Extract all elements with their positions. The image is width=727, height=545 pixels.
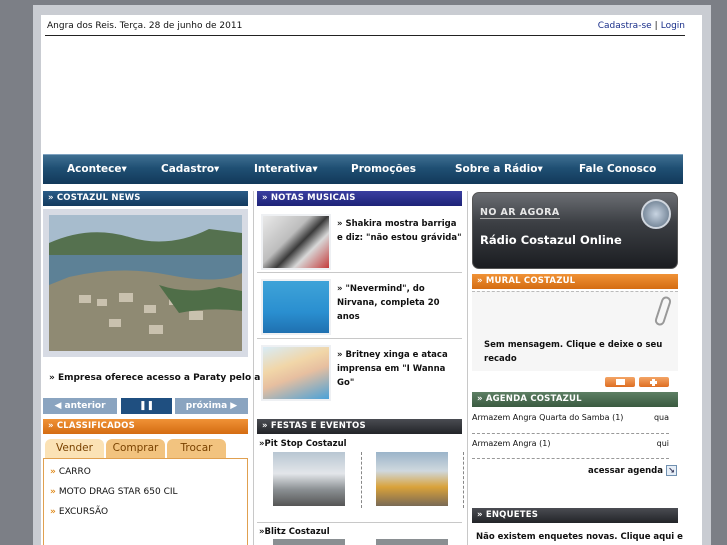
divider (472, 458, 669, 459)
classificado-item[interactable]: » MOTO DRAG STAR 650 CIL (50, 487, 178, 497)
event-title[interactable]: »Pit Stop Costazul (259, 439, 347, 449)
music-thumbnail (261, 345, 331, 401)
column-divider (467, 191, 468, 545)
divider (257, 272, 462, 273)
news-prev-button[interactable]: ◀ anterior (43, 398, 117, 414)
event-photo[interactable] (376, 539, 448, 545)
arrow-icon: » (50, 487, 56, 497)
headphones-icon (641, 199, 671, 229)
classificado-item[interactable]: » EXCURSÃO (50, 507, 108, 517)
account-links: Cadastra-se | Login (598, 21, 685, 31)
music-news-item[interactable]: » Shakira mostra barriga e diz: "não est… (257, 211, 462, 271)
classificado-label: CARRO (58, 467, 91, 477)
classificado-label: EXCURSÃO (58, 507, 109, 517)
news-caption[interactable]: » Empresa oferece acesso a Paraty pelo a… (49, 373, 265, 383)
paperclip-icon (653, 295, 673, 327)
event-photo[interactable] (376, 452, 448, 506)
news-next-button[interactable]: próxima ▶ (175, 398, 248, 414)
classificados-header: » CLASSIFICADOS (43, 419, 248, 434)
acessar-agenda-link[interactable]: acessar agenda ↘ (588, 465, 678, 476)
divider (257, 522, 462, 523)
nav-sobre-radio[interactable]: Sobre a Rádio▾ (455, 163, 543, 175)
news-pause-button[interactable]: ❚❚ (121, 398, 172, 414)
festas-eventos-header: » FESTAS E EVENTOS (257, 419, 462, 434)
divider (361, 452, 362, 508)
on-air-label: NO AR AGORA (480, 207, 560, 219)
divider (257, 338, 462, 339)
event-photo[interactable] (273, 452, 345, 506)
nav-fale-conosco[interactable]: Fale Conosco (579, 163, 656, 175)
plus-icon (650, 379, 657, 386)
mural-message[interactable]: Sem mensagem. Clique e deixe o seu recad… (484, 338, 669, 366)
music-news-item[interactable]: » Britney xinga e ataca imprensa em "I W… (257, 342, 462, 402)
main-nav: Acontece▾ Cadastro▾ Interativa▾ Promoçõe… (43, 154, 683, 184)
mural-add-button[interactable] (639, 377, 669, 387)
station-name: Rádio Costazul Online (480, 233, 622, 247)
mural-box: Sem mensagem. Clique e deixe o seu recad… (472, 291, 678, 371)
envelope-icon (616, 379, 625, 385)
agenda-event: Armazem Angra (1) (472, 439, 551, 448)
column-divider (253, 191, 254, 545)
tab-trocar[interactable]: Trocar (167, 439, 226, 458)
divider (472, 433, 669, 434)
agenda-event: Armazem Angra Quarta do Samba (1) (472, 413, 624, 422)
page-content: Angra dos Reis. Terça. 28 de junho de 20… (41, 15, 702, 545)
news-image (49, 215, 242, 351)
page-frame: Angra dos Reis. Terça. 28 de junho de 20… (33, 5, 711, 545)
enquetes-header: » ENQUETES (472, 508, 678, 523)
classificados-list: » CARRO » MOTO DRAG STAR 650 CIL » EXCURSÃO (43, 458, 248, 545)
agenda-row[interactable]: Armazem Angra (1) qui (472, 439, 669, 448)
classificados-tabs: Vender Comprar Trocar (43, 439, 248, 459)
login-link[interactable]: Login (661, 21, 685, 31)
event-photo[interactable] (273, 539, 345, 545)
news-photo[interactable] (43, 209, 248, 357)
tab-comprar[interactable]: Comprar (106, 439, 165, 458)
links-separator: | (654, 21, 658, 31)
agenda-link-label: acessar agenda (588, 466, 664, 476)
current-date: Angra dos Reis. Terça. 28 de junho de 20… (47, 21, 243, 31)
music-thumbnail (261, 279, 331, 335)
mural-read-button[interactable] (605, 377, 635, 387)
top-bar: Angra dos Reis. Terça. 28 de junho de 20… (45, 20, 685, 36)
arrow-icon: » (50, 467, 56, 477)
mural-header: » MURAL COSTAZUL (472, 274, 678, 289)
notas-musicais-header: » NOTAS MUSICAIS (257, 191, 462, 206)
agenda-row[interactable]: Armazem Angra Quarta do Samba (1) qua (472, 413, 669, 422)
agenda-day: qua (653, 413, 669, 422)
arrow-icon: ↘ (666, 465, 678, 476)
agenda-day: qui (656, 439, 669, 448)
divider (463, 452, 464, 508)
music-news-title: » "Nevermind", do Nirvana, completa 20 a… (337, 284, 440, 322)
classificado-label: MOTO DRAG STAR 650 CIL (58, 487, 178, 497)
nav-promocoes[interactable]: Promoções (351, 163, 416, 175)
radio-player[interactable]: NO AR AGORA Rádio Costazul Online (472, 192, 678, 269)
costazul-news-header: » COSTAZUL NEWS (43, 191, 248, 206)
arrow-icon: » (50, 507, 56, 517)
enquetes-text[interactable]: Não existem enquetes novas. Clique aqui … (476, 532, 683, 542)
event-title[interactable]: »Blitz Costazul (259, 527, 330, 537)
nav-acontece[interactable]: Acontece▾ (67, 163, 127, 175)
nav-interativa[interactable]: Interativa▾ (254, 163, 318, 175)
tab-vender[interactable]: Vender (45, 439, 104, 458)
signup-link[interactable]: Cadastra-se (598, 21, 652, 31)
music-news-title: » Britney xinga e ataca imprensa em "I W… (337, 350, 448, 388)
nav-cadastro[interactable]: Cadastro▾ (161, 163, 219, 175)
classificado-item[interactable]: » CARRO (50, 467, 91, 477)
aerial-town-image (49, 215, 242, 351)
music-news-title: » Shakira mostra barriga e diz: "não est… (337, 219, 462, 243)
music-news-item[interactable]: » "Nevermind", do Nirvana, completa 20 a… (257, 276, 462, 336)
agenda-header: » AGENDA COSTAZUL (472, 392, 678, 407)
music-thumbnail (261, 214, 331, 270)
